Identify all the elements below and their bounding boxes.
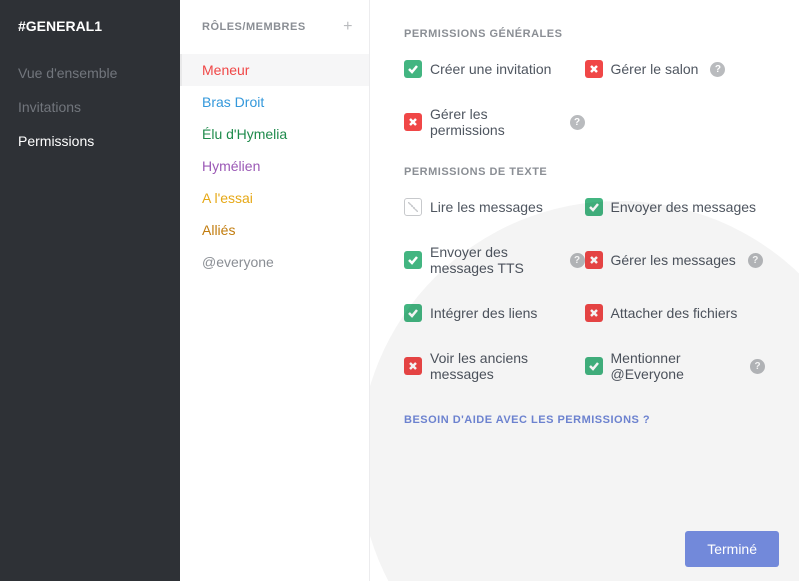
perm-label: Créer une invitation — [430, 61, 551, 77]
role-item-allies[interactable]: Alliés — [180, 214, 369, 246]
role-item-everyone[interactable]: @everyone — [180, 246, 369, 278]
section-general-title: PERMISSIONS GÉNÉRALES — [404, 28, 765, 40]
perm-label: Envoyer des messages — [611, 199, 757, 215]
perm-mention-everyone: Mentionner @Everyone ? — [585, 350, 766, 382]
help-icon[interactable]: ? — [750, 359, 765, 374]
perm-toggle-allow[interactable] — [585, 357, 603, 375]
perm-toggle-neutral[interactable] — [404, 198, 422, 216]
nav-overview[interactable]: Vue d'ensemble — [0, 56, 180, 90]
channel-title: #GENERAL1 — [0, 18, 180, 56]
role-item-hymelien[interactable]: Hymélien — [180, 150, 369, 182]
perm-manage-channel: Gérer le salon ? — [585, 60, 766, 78]
permissions-panel: PERMISSIONS GÉNÉRALES Créer une invitati… — [370, 0, 799, 581]
perm-embed-links: Intégrer des liens — [404, 304, 585, 322]
done-button[interactable]: Terminé — [685, 531, 779, 567]
permissions-help-link[interactable]: Besoin d'aide avec les permissions ? — [404, 414, 650, 426]
roles-header-label: RÔLES/MEMBRES — [202, 21, 306, 33]
perm-label: Intégrer des liens — [430, 305, 537, 321]
perm-label: Voir les anciens messages — [430, 350, 585, 382]
perm-label: Mentionner @Everyone — [611, 350, 739, 382]
perm-label: Envoyer des messages TTS — [430, 244, 558, 276]
roles-header: RÔLES/MEMBRES + — [180, 18, 369, 54]
perm-read-messages: Lire les messages — [404, 198, 585, 216]
roles-column: RÔLES/MEMBRES + Meneur Bras Droit Élu d'… — [180, 0, 370, 581]
perm-attach-files: Attacher des fichiers — [585, 304, 766, 322]
perm-toggle-deny[interactable] — [404, 357, 422, 375]
perm-read-history: Voir les anciens messages — [404, 350, 585, 382]
perm-toggle-allow[interactable] — [404, 251, 422, 269]
perm-toggle-allow[interactable] — [404, 304, 422, 322]
perm-create-invite: Créer une invitation — [404, 60, 585, 78]
perm-toggle-deny[interactable] — [585, 304, 603, 322]
role-item-a-lessai[interactable]: A l'essai — [180, 182, 369, 214]
perm-row: Envoyer des messages TTS ? Gérer les mes… — [404, 244, 765, 276]
perm-toggle-allow[interactable] — [404, 60, 422, 78]
perm-row: Lire les messages Envoyer des messages — [404, 198, 765, 216]
perm-row: Créer une invitation Gérer le salon ? — [404, 60, 765, 78]
perm-label: Gérer les permissions — [430, 106, 558, 138]
section-text-title: PERMISSIONS DE TEXTE — [404, 166, 765, 178]
role-item-elu-hymelia[interactable]: Élu d'Hymelia — [180, 118, 369, 150]
perm-label: Gérer le salon — [611, 61, 699, 77]
help-icon[interactable]: ? — [748, 253, 763, 268]
footer: Terminé — [685, 531, 779, 567]
perm-send-tts: Envoyer des messages TTS ? — [404, 244, 585, 276]
perm-toggle-deny[interactable] — [404, 113, 422, 131]
perm-row: Intégrer des liens Attacher des fichiers — [404, 304, 765, 322]
help-icon[interactable]: ? — [710, 62, 725, 77]
nav-permissions[interactable]: Permissions — [0, 124, 180, 158]
add-role-icon[interactable]: + — [343, 18, 353, 36]
perm-toggle-deny[interactable] — [585, 60, 603, 78]
help-icon[interactable]: ? — [570, 115, 585, 130]
help-icon[interactable]: ? — [570, 253, 585, 268]
perm-label: Attacher des fichiers — [611, 305, 738, 321]
perm-label: Gérer les messages — [611, 252, 736, 268]
channel-settings-sidebar: #GENERAL1 Vue d'ensemble Invitations Per… — [0, 0, 180, 581]
role-item-meneur[interactable]: Meneur — [180, 54, 369, 86]
perm-manage-messages: Gérer les messages ? — [585, 244, 766, 276]
role-item-bras-droit[interactable]: Bras Droit — [180, 86, 369, 118]
perm-manage-permissions: Gérer les permissions ? — [404, 106, 585, 138]
perm-row: Voir les anciens messages Mentionner @Ev… — [404, 350, 765, 382]
perm-send-messages: Envoyer des messages — [585, 198, 766, 216]
perm-row: Gérer les permissions ? — [404, 106, 765, 138]
perm-toggle-deny[interactable] — [585, 251, 603, 269]
nav-invitations[interactable]: Invitations — [0, 90, 180, 124]
perm-label: Lire les messages — [430, 199, 543, 215]
perm-toggle-allow[interactable] — [585, 198, 603, 216]
